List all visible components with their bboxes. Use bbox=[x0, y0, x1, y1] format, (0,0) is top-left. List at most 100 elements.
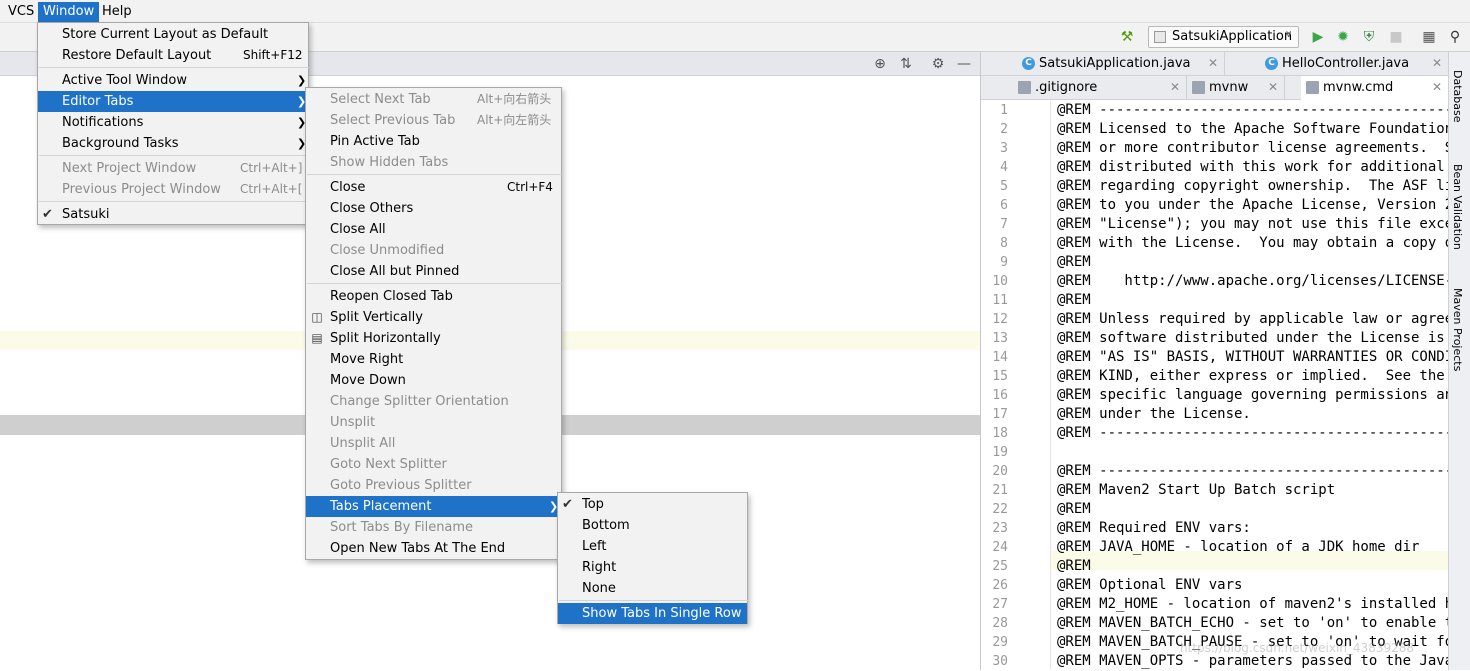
menu-item-label: Top bbox=[582, 497, 604, 512]
line-number: 17 bbox=[992, 407, 1008, 422]
menu-vcs[interactable]: VCS bbox=[3, 2, 39, 22]
menu-item-select-next-tab[interactable]: Select Next Tab Alt+向右箭头 bbox=[306, 89, 561, 110]
line-number: 14 bbox=[992, 350, 1008, 365]
menu-item-close-all[interactable]: Close All bbox=[306, 219, 561, 240]
debug-icon[interactable]: ✹ bbox=[1334, 28, 1352, 46]
menu-item-bottom[interactable]: Bottom bbox=[558, 515, 747, 536]
menu-item-reopen-closed-tab[interactable]: Reopen Closed Tab bbox=[306, 286, 561, 307]
menu-item-previous-project-window[interactable]: Previous Project Window Ctrl+Alt+[ bbox=[38, 179, 308, 200]
menu-item-goto-next-splitter[interactable]: Goto Next Splitter bbox=[306, 454, 561, 475]
menu-item-satsuki[interactable]: ✔ Satsuki bbox=[38, 204, 308, 225]
sidebar-tab-bean-validation[interactable]: Bean Validation bbox=[1451, 164, 1464, 250]
menu-item-close-unmodified[interactable]: Close Unmodified bbox=[306, 240, 561, 261]
menu-window[interactable]: Window bbox=[38, 2, 100, 22]
menu-item-sort-tabs-by-filename[interactable]: Sort Tabs By Filename bbox=[306, 517, 561, 538]
menu-item-notifications[interactable]: Notifications ❯ bbox=[38, 112, 308, 133]
hammer-icon[interactable]: ⚒ bbox=[1118, 28, 1136, 46]
code-line: @REM or more contributor license agreeme… bbox=[1057, 140, 1449, 156]
target-icon[interactable]: ⊕ bbox=[871, 55, 889, 73]
menu-item-shortcut: Ctrl+Alt+[ bbox=[240, 182, 303, 196]
menu-item-top[interactable]: ✔ Top bbox=[558, 494, 747, 515]
menu-item-restore-layout[interactable]: Restore Default Layout Shift+F12 bbox=[38, 45, 308, 66]
menu-item-select-previous-tab[interactable]: Select Previous Tab Alt+向左箭头 bbox=[306, 110, 561, 131]
close-icon[interactable]: ✕ bbox=[1268, 76, 1278, 99]
menu-item-show-tabs-single-row[interactable]: Show Tabs In Single Row bbox=[558, 603, 747, 624]
coverage-icon[interactable]: ⛨ bbox=[1360, 28, 1378, 46]
menu-item-split-horizontally[interactable]: ▤ Split Horizontally bbox=[306, 328, 561, 349]
line-number: 6 bbox=[1000, 198, 1008, 213]
menu-item-none[interactable]: None bbox=[558, 578, 747, 599]
menu-item-close[interactable]: Close Ctrl+F4 bbox=[306, 177, 561, 198]
menu-item-store-layout[interactable]: Store Current Layout as Default bbox=[38, 24, 308, 45]
sidebar-tab-database[interactable]: Database bbox=[1451, 70, 1464, 123]
editor-tab-row-1: C SatsukiApplication.java ✕ C HelloContr… bbox=[981, 52, 1449, 76]
run-icon[interactable]: ▶ bbox=[1309, 28, 1327, 46]
collapse-icon[interactable]: ⇅ bbox=[897, 55, 915, 73]
menu-separator bbox=[307, 174, 562, 175]
code-line: @REM bbox=[1057, 501, 1091, 517]
menu-item-pin-active-tab[interactable]: Pin Active Tab bbox=[306, 131, 561, 152]
menu-item-label: Active Tool Window bbox=[62, 73, 187, 88]
menu-item-close-all-but-pinned[interactable]: Close All but Pinned bbox=[306, 261, 561, 282]
project-structure-icon[interactable]: ▦ bbox=[1420, 28, 1438, 46]
menu-item-next-project-window[interactable]: Next Project Window Ctrl+Alt+] bbox=[38, 158, 308, 179]
menu-item-unsplit-all[interactable]: Unsplit All bbox=[306, 433, 561, 454]
menu-item-label: Satsuki bbox=[62, 207, 110, 222]
menu-item-split-vertically[interactable]: ◫ Split Vertically bbox=[306, 307, 561, 328]
menu-item-label: Split Horizontally bbox=[330, 331, 441, 346]
line-number: 22 bbox=[992, 502, 1008, 517]
tab-mvnw[interactable]: mvnw ✕ bbox=[1187, 76, 1285, 100]
menu-help[interactable]: Help bbox=[97, 2, 137, 22]
tab-label: .gitignore bbox=[1035, 80, 1098, 95]
checkmark-icon: ✔ bbox=[42, 207, 53, 222]
menu-item-label: Close All but Pinned bbox=[330, 264, 460, 279]
close-icon[interactable]: ✕ bbox=[1432, 76, 1442, 99]
line-number: 9 bbox=[1000, 255, 1008, 270]
code-line: @REM "License"); you may not use this fi… bbox=[1057, 216, 1449, 232]
tab-hellocontroller[interactable]: C HelloController.java ✕ bbox=[1260, 52, 1449, 76]
file-icon bbox=[1306, 81, 1319, 94]
close-icon[interactable]: ✕ bbox=[1432, 52, 1442, 75]
code-line: @REM software distributed under the Lice… bbox=[1057, 330, 1445, 346]
tab-satsukiapplication[interactable]: C SatsukiApplication.java ✕ bbox=[1017, 52, 1225, 76]
menu-item-label: Show Hidden Tabs bbox=[330, 155, 449, 170]
menu-item-active-tool-window[interactable]: Active Tool Window ❯ bbox=[38, 70, 308, 91]
menu-item-right[interactable]: Right bbox=[558, 557, 747, 578]
menu-item-show-hidden-tabs[interactable]: Show Hidden Tabs bbox=[306, 152, 561, 173]
class-icon: C bbox=[1022, 57, 1035, 70]
menu-item-goto-previous-splitter[interactable]: Goto Previous Splitter bbox=[306, 475, 561, 496]
menu-item-move-down[interactable]: Move Down bbox=[306, 370, 561, 391]
menu-item-shortcut: Ctrl+Alt+] bbox=[240, 161, 303, 175]
menu-item-left[interactable]: Left bbox=[558, 536, 747, 557]
menu-item-label: Close All bbox=[330, 222, 386, 237]
menu-item-move-right[interactable]: Move Right bbox=[306, 349, 561, 370]
search-icon[interactable]: ⚲ bbox=[1446, 28, 1464, 46]
stop-icon[interactable]: ■ bbox=[1387, 28, 1405, 46]
menu-item-shortcut: Alt+向左箭头 bbox=[477, 113, 552, 127]
menu-item-label: Move Right bbox=[330, 352, 404, 367]
menu-item-close-others[interactable]: Close Others bbox=[306, 198, 561, 219]
code-line: @REM Unless required by applicable law o… bbox=[1057, 311, 1449, 327]
tab-gitignore[interactable]: .gitignore ✕ bbox=[1013, 76, 1187, 100]
menu-separator bbox=[307, 283, 562, 284]
code-line: @REM -----------------------------------… bbox=[1057, 463, 1449, 479]
menu-item-open-new-tabs-at-end[interactable]: Open New Tabs At The End bbox=[306, 538, 561, 559]
menu-item-change-splitter-orientation[interactable]: Change Splitter Orientation bbox=[306, 391, 561, 412]
code-area[interactable]: @REM -----------------------------------… bbox=[1057, 101, 1449, 670]
menu-item-label: Restore Default Layout bbox=[62, 48, 212, 63]
menu-item-tabs-placement[interactable]: Tabs Placement ❯ bbox=[306, 496, 561, 517]
tab-mvnw-cmd[interactable]: mvnw.cmd ✕ bbox=[1301, 76, 1449, 101]
minimize-icon[interactable]: — bbox=[955, 55, 973, 73]
menu-item-editor-tabs[interactable]: Editor Tabs ❯ bbox=[38, 91, 308, 112]
menu-item-unsplit[interactable]: Unsplit bbox=[306, 412, 561, 433]
close-icon[interactable]: ✕ bbox=[1208, 52, 1218, 75]
gear-icon[interactable]: ⚙ bbox=[929, 55, 947, 73]
menu-item-label: Store Current Layout as Default bbox=[62, 27, 269, 42]
close-icon[interactable]: ✕ bbox=[1170, 76, 1180, 99]
menu-item-background-tasks[interactable]: Background Tasks ❯ bbox=[38, 133, 308, 154]
code-line: @REM -----------------------------------… bbox=[1057, 102, 1449, 118]
sidebar-tab-maven-projects[interactable]: Maven Projects bbox=[1451, 288, 1464, 371]
code-line: @REM JAVA_HOME - location of a JDK home … bbox=[1057, 539, 1420, 555]
run-configuration-select[interactable]: SatsukiApplication ∨ bbox=[1148, 26, 1299, 48]
code-line: @REM -----------------------------------… bbox=[1057, 425, 1449, 441]
